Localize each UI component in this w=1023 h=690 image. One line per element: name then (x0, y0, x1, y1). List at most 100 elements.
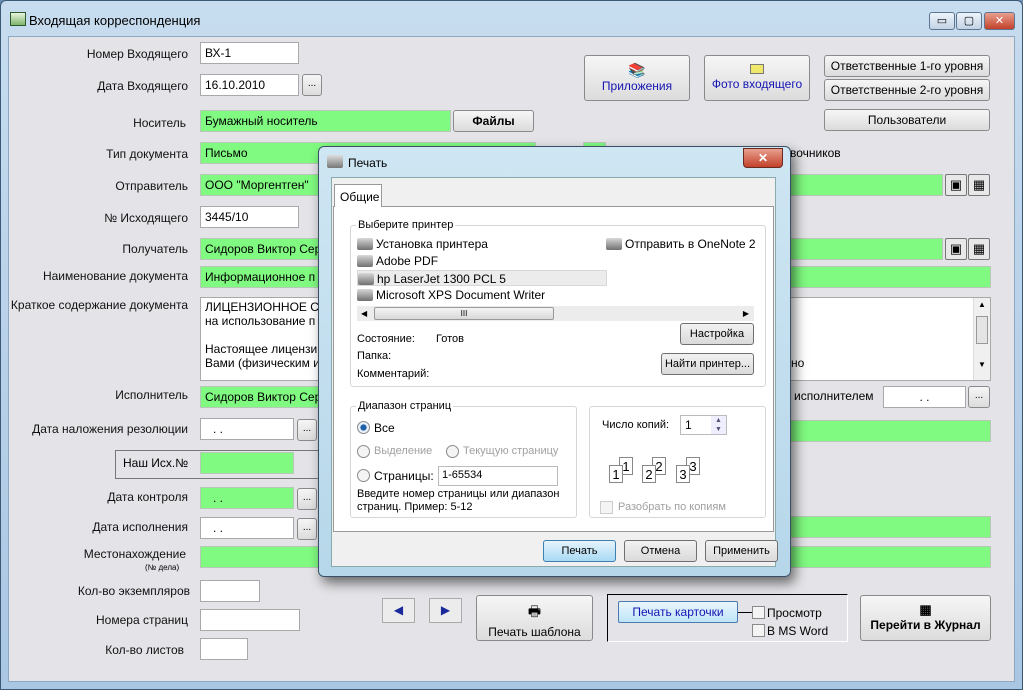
window-title: Входящая корреспонденция (29, 13, 201, 28)
collate-checkbox[interactable] (600, 501, 613, 514)
card-icon[interactable]: ▣ (945, 238, 967, 260)
pages-label: Страницы: (374, 469, 434, 483)
pages-input[interactable]: 1-65534 (438, 466, 558, 486)
all-pages-label: Все (374, 421, 395, 435)
doc-type-label: Тип документа (106, 147, 188, 161)
recipient-label: Получатель (122, 242, 188, 256)
execution-right-field[interactable] (790, 516, 991, 538)
print-button[interactable]: Печать (543, 540, 616, 562)
go-journal-button[interactable]: ▦ Перейти в Журнал (860, 595, 991, 641)
summary-label: Краткое содержание документа (10, 298, 188, 312)
ms-word-checkbox[interactable] (752, 624, 765, 637)
page-range-label: Диапазон страниц (356, 400, 454, 412)
copies-label: Кол-во экземпляров (77, 584, 190, 598)
collate-illustration: 11 22 33 (609, 457, 729, 487)
photo-button[interactable]: Фото входящего (704, 55, 810, 101)
executor-label: Исполнитель (115, 388, 188, 402)
pages-radio[interactable] (357, 469, 370, 482)
execution-date-picker-button[interactable]: ... (297, 518, 317, 540)
cancel-button[interactable]: Отмена (624, 540, 697, 562)
printer-list-scrollbar[interactable]: ◀ III ▶ (357, 306, 754, 321)
selection-label: Выделение (374, 445, 433, 457)
sheets-label: Кол-во листов (105, 643, 184, 657)
current-page-radio[interactable] (446, 445, 459, 458)
location-label: Местонахождение (83, 547, 186, 561)
printer-group-label: Выберите принтер (356, 219, 456, 231)
folder-icon (750, 64, 764, 74)
attachments-button[interactable]: 📚 Приложения (584, 55, 690, 101)
all-pages-radio[interactable] (357, 421, 370, 434)
execution-date-input[interactable]: . . (200, 517, 294, 539)
summary-fragment: но (791, 356, 805, 370)
incoming-date-input[interactable]: 16.10.2010 (200, 74, 299, 96)
apply-button[interactable]: Применить (705, 540, 778, 562)
selection-radio[interactable] (357, 445, 370, 458)
copies-input[interactable] (200, 580, 260, 602)
folder-label: Папка: (357, 350, 392, 362)
outgoing-number-input[interactable]: 3445/10 (200, 206, 299, 228)
status-value: Готов (436, 333, 464, 345)
printer-item[interactable]: Установка принтера (357, 236, 488, 252)
responsible-level1-button[interactable]: Ответственные 1-го уровня (824, 55, 990, 77)
printer-icon (327, 155, 343, 168)
close-button[interactable]: ✕ (984, 12, 1015, 30)
files-button[interactable]: Файлы (453, 110, 534, 132)
executor-date-picker-button[interactable]: ... (968, 386, 990, 408)
collate-label: Разобрать по копиям (618, 501, 726, 513)
sheets-input[interactable] (200, 638, 248, 660)
incoming-date-picker-button[interactable]: ... (302, 74, 322, 96)
print-card-button[interactable]: Печать карточки (618, 601, 738, 623)
printer-list[interactable]: Установка принтера Adobe PDF hp LaserJet… (357, 234, 756, 322)
table-icon[interactable]: ▦ (968, 238, 990, 260)
printer-icon (357, 289, 373, 301)
app-icon (10, 12, 26, 26)
card-icon[interactable]: ▣ (945, 174, 967, 196)
title-bar: Входящая корреспонденция ▭ ▢ ✕ (1, 1, 1022, 37)
page-numbers-input[interactable] (200, 609, 300, 631)
medium-field[interactable]: Бумажный носитель (200, 110, 451, 132)
printer-item[interactable]: Adobe PDF (357, 253, 438, 269)
resolution-date-picker-button[interactable]: ... (297, 419, 317, 441)
ms-word-label: В MS Word (767, 624, 829, 638)
outgoing-number-label: № Исходящего (104, 211, 188, 225)
printer-item-selected[interactable]: hp LaserJet 1300 PCL 5 (357, 270, 607, 286)
dialog-close-button[interactable]: ✕ (743, 148, 783, 168)
tab-general[interactable]: Общие (334, 184, 382, 207)
print-template-button[interactable]: 🖶 Печать шаблона (476, 595, 593, 641)
our-outgoing-field[interactable] (200, 452, 294, 474)
resolution-right-field[interactable] (790, 420, 991, 442)
control-date-field[interactable]: . . (200, 487, 294, 509)
comment-label: Комментарий: (357, 368, 430, 380)
users-button[interactable]: Пользователи (824, 109, 990, 131)
doc-name-label: Наименование документа (42, 269, 188, 283)
our-outgoing-label: Наш Исх.№ (123, 456, 189, 470)
copies-count-label: Число копий: (602, 419, 670, 431)
prev-record-button[interactable]: ◀ (382, 598, 415, 623)
printer-item[interactable]: Microsoft XPS Document Writer (357, 287, 545, 303)
dialog-title: Печать (348, 156, 388, 170)
medium-label: Носитель (133, 116, 186, 130)
execution-date-label: Дата исполнения (92, 520, 188, 534)
location-sublabel: (№ дела) (145, 563, 180, 572)
printer-item[interactable]: Отправить в OneNote 20 (606, 236, 756, 252)
status-label: Состояние: (357, 333, 415, 345)
resolution-date-input[interactable]: . . (200, 418, 294, 440)
preview-checkbox[interactable] (752, 606, 765, 619)
control-date-picker-button[interactable]: ... (297, 488, 317, 510)
go-journal-label: Перейти в Журнал (870, 618, 981, 632)
summary-scrollbar[interactable]: ▲ ▼ (973, 298, 990, 380)
incoming-number-input[interactable]: ВХ-1 (200, 42, 299, 64)
maximize-button[interactable]: ▢ (956, 12, 982, 30)
incoming-number-label: Номер Входящего (86, 47, 188, 61)
printer-setup-button[interactable]: Настройка (680, 323, 754, 345)
minimize-button[interactable]: ▭ (929, 12, 955, 30)
executor-date-input[interactable]: . . (883, 386, 966, 408)
books-icon: 📚 (628, 62, 646, 78)
copies-spinner[interactable]: ▲ ▼ (711, 416, 726, 434)
find-printer-button[interactable]: Найти принтер... (661, 353, 754, 375)
next-record-button[interactable]: ▶ (429, 598, 462, 623)
printer-icon (606, 238, 622, 250)
add-printer-icon (357, 238, 373, 250)
table-icon[interactable]: ▦ (968, 174, 990, 196)
responsible-level2-button[interactable]: Ответственные 2-го уровня (824, 79, 990, 101)
